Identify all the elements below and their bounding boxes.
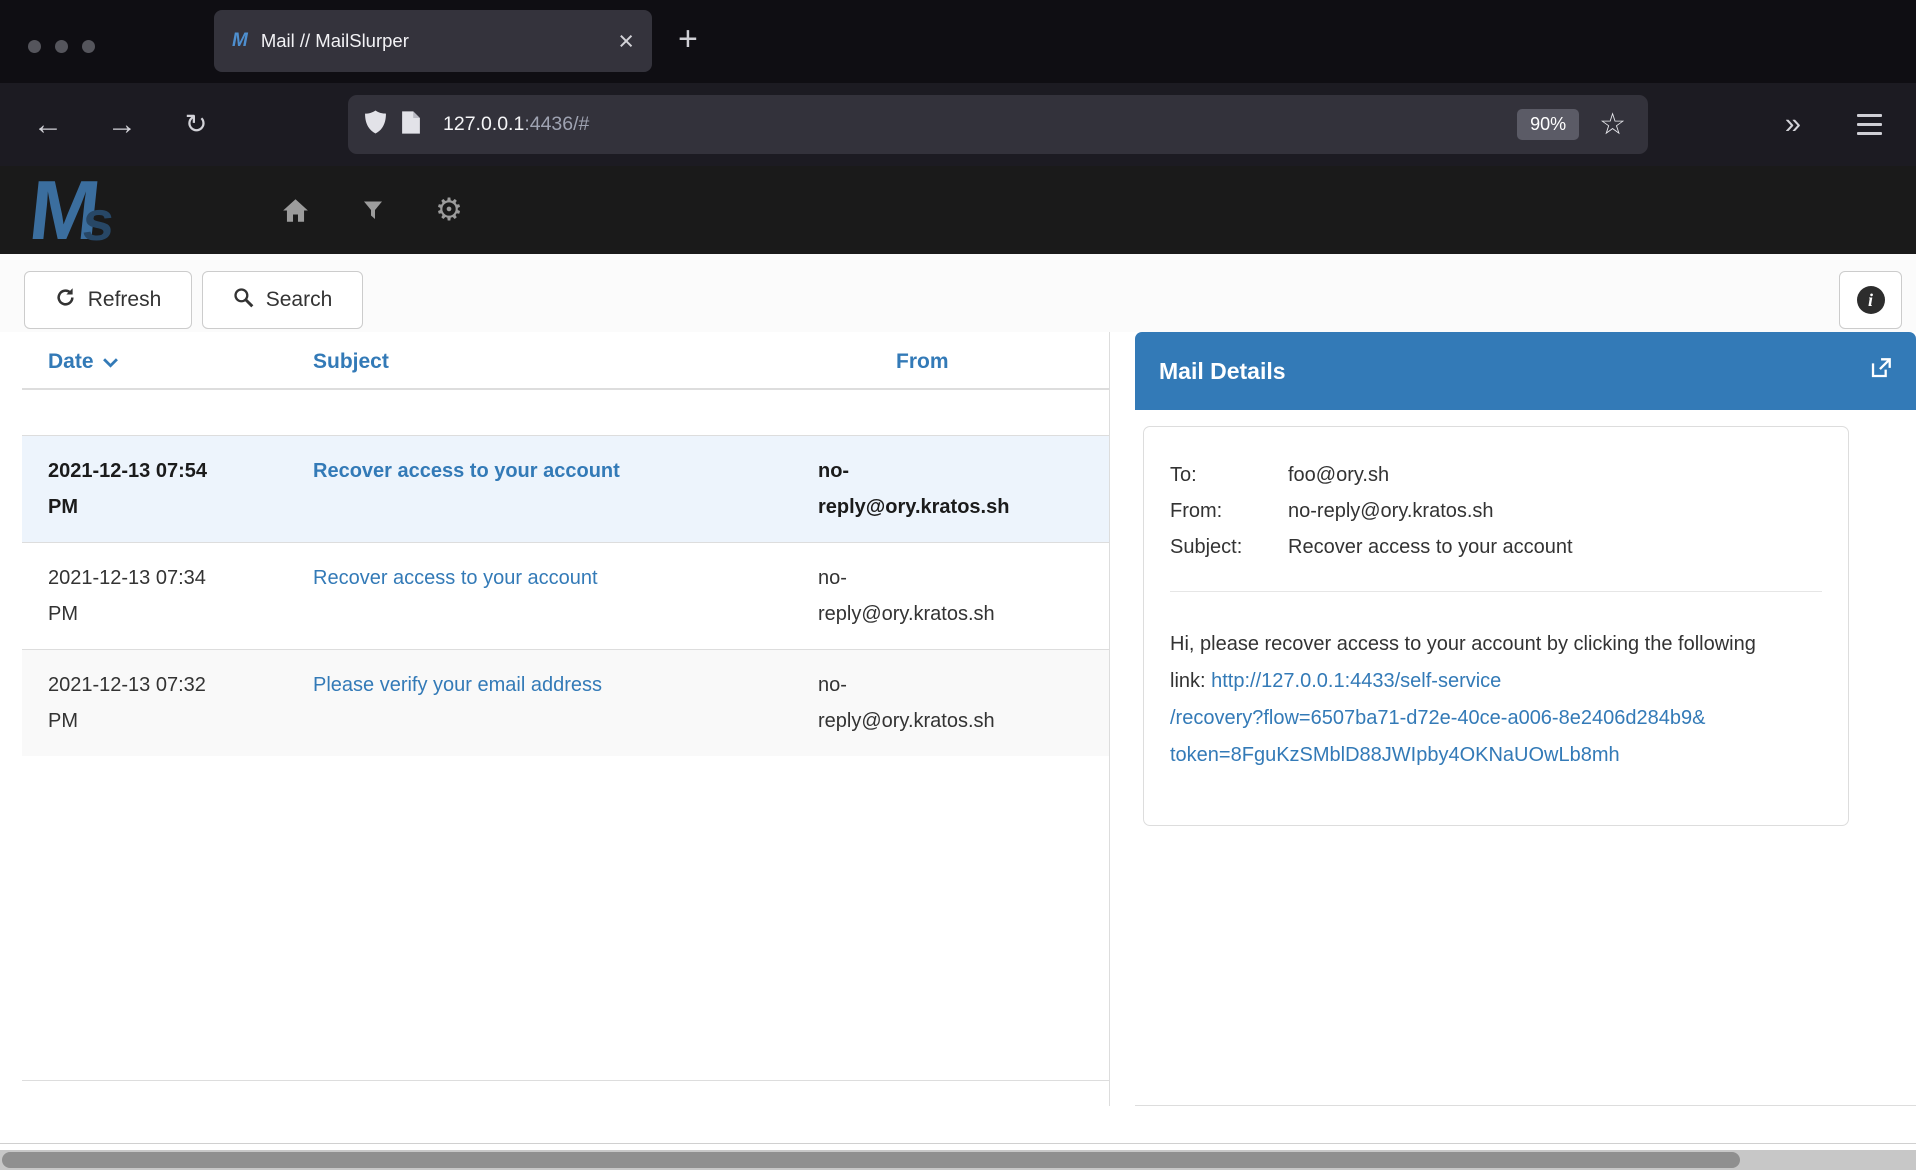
reload-icon[interactable]: ↻ (168, 83, 224, 166)
browser-tabstrip: M Mail // MailSlurper × + (0, 0, 1916, 83)
subject-label: Subject: (1170, 529, 1288, 565)
from-value: no-reply@ory.kratos.sh (1288, 493, 1494, 529)
card-divider (1170, 591, 1822, 592)
info-icon: i (1857, 286, 1885, 314)
settings-gear-icon[interactable]: ⚙ (427, 166, 471, 254)
zoom-reset-button[interactable]: 90% (1517, 109, 1579, 140)
mail-subject-link[interactable]: Please verify your email address (313, 674, 602, 696)
mail-date: 2021-12-13 07:34 PM (22, 542, 287, 649)
refresh-button[interactable]: Refresh (24, 271, 192, 329)
info-button[interactable]: i (1839, 271, 1902, 329)
recovery-link-line: /recovery?flow=6507ba71-d72e-40ce-a006-8… (1170, 700, 1770, 737)
search-icon (233, 287, 254, 314)
table-spacer (22, 389, 1109, 435)
forward-icon[interactable]: → (94, 83, 150, 166)
mail-subject-link[interactable]: Recover access to your account (313, 460, 620, 482)
subject-value: Recover access to your account (1288, 529, 1573, 565)
mail-details-title: Mail Details (1159, 358, 1869, 385)
window-controls[interactable] (28, 40, 95, 53)
mailslurper-logo: M s (30, 166, 115, 254)
column-header-date[interactable]: Date (22, 332, 287, 389)
filter-icon[interactable] (351, 166, 395, 254)
recovery-link[interactable]: http://127.0.0.1:4433/self-service/recov… (1170, 670, 1770, 774)
tab-favicon-icon: M (232, 30, 248, 52)
window-control-dot[interactable] (82, 40, 95, 53)
browser-tab[interactable]: M Mail // MailSlurper × (214, 10, 652, 72)
window-control-dot[interactable] (55, 40, 68, 53)
recovery-link-line: http://127.0.0.1:4433/self-service (1211, 670, 1501, 692)
column-header-subject[interactable]: Subject (287, 332, 792, 389)
mail-list: Date Subject From 2021-12-13 07: (22, 332, 1109, 1081)
mail-table: Date Subject From 2021-12-13 07: (22, 332, 1109, 756)
window-control-dot[interactable] (28, 40, 41, 53)
close-icon[interactable]: × (618, 28, 634, 55)
mail-subject: Recover access to your account (287, 435, 792, 542)
home-icon[interactable] (273, 166, 317, 254)
mail-subject: Recover access to your account (287, 542, 792, 649)
mail-subject: Please verify your email address (287, 649, 792, 756)
to-label: To: (1170, 457, 1288, 493)
column-header-from[interactable]: From (792, 332, 1109, 389)
mail-date: 2021-12-13 07:54 PM (22, 435, 287, 542)
pane-divider (1109, 332, 1110, 1106)
sort-descending-icon (103, 350, 118, 374)
menu-bars (1857, 114, 1882, 135)
date-header-label: Date (48, 350, 94, 374)
main-content: Date Subject From 2021-12-13 07: (0, 332, 1916, 1150)
logo-letter-s: s (80, 188, 118, 253)
app-navbar: M s ⚙ (0, 166, 1916, 254)
app-toolbar: Refresh Search i (0, 254, 1916, 332)
horizontal-scrollbar[interactable] (0, 1150, 1916, 1170)
new-tab-icon[interactable]: + (678, 22, 698, 56)
field-to: To: foo@ory.sh (1170, 457, 1822, 493)
from-label: From: (1170, 493, 1288, 529)
refresh-button-label: Refresh (88, 288, 162, 312)
field-from: From: no-reply@ory.kratos.sh (1170, 493, 1822, 529)
bookmark-star-icon[interactable]: ☆ (1599, 110, 1626, 140)
external-link-icon[interactable] (1869, 357, 1892, 385)
mail-table-header: Date Subject From (22, 332, 1109, 389)
mail-date: 2021-12-13 07:32 PM (22, 649, 287, 756)
mail-details-body: To: foo@ory.sh From: no-reply@ory.kratos… (1135, 410, 1916, 1106)
to-value: foo@ory.sh (1288, 457, 1389, 493)
menu-icon[interactable] (1841, 83, 1897, 166)
mail-view-card: To: foo@ory.sh From: no-reply@ory.kratos… (1143, 426, 1849, 826)
mail-subject-link[interactable]: Recover access to your account (313, 567, 598, 589)
mail-from: no-reply@ory.kratos.sh (792, 542, 1109, 649)
browser-navbar: ← → ↻ 127.0.0.1:4436/# 90% ☆ » (0, 83, 1916, 166)
search-button[interactable]: Search (202, 271, 363, 329)
tab-title: Mail // MailSlurper (261, 30, 618, 52)
url-bar[interactable]: 127.0.0.1:4436/# 90% ☆ (348, 95, 1648, 154)
table-row[interactable]: 2021-12-13 07:32 PM Please verify your e… (22, 649, 1109, 756)
footer-divider (0, 1143, 1916, 1144)
table-row[interactable]: 2021-12-13 07:34 PM Recover access to yo… (22, 542, 1109, 649)
mail-from: no-reply@ory.kratos.sh (792, 649, 1109, 756)
table-row[interactable]: 2021-12-13 07:54 PM Recover access to yo… (22, 435, 1109, 542)
mail-from: no-reply@ory.kratos.sh (792, 435, 1109, 542)
scrollbar-thumb[interactable] (2, 1152, 1740, 1168)
page-info-icon[interactable] (401, 110, 421, 140)
recovery-link-line: token=8FguKzSMblD88JWIpby4OKNaUOwLb8mh (1170, 737, 1770, 774)
mail-details-header: Mail Details (1135, 332, 1916, 410)
url-text[interactable]: 127.0.0.1:4436/# (443, 113, 589, 136)
shield-icon[interactable] (364, 109, 387, 140)
back-icon[interactable]: ← (20, 83, 76, 166)
overflow-chevrons-icon[interactable]: » (1765, 83, 1821, 166)
browser-window: M Mail // MailSlurper × + ← → ↻ 127.0.0.… (0, 0, 1916, 1170)
field-subject: Subject: Recover access to your account (1170, 529, 1822, 565)
mail-body: Hi, please recover access to your accoun… (1170, 626, 1770, 774)
search-button-label: Search (266, 288, 333, 312)
mail-details-panel: Mail Details To: foo@ory.sh From: no-rep… (1135, 332, 1916, 1106)
refresh-icon (55, 287, 76, 314)
